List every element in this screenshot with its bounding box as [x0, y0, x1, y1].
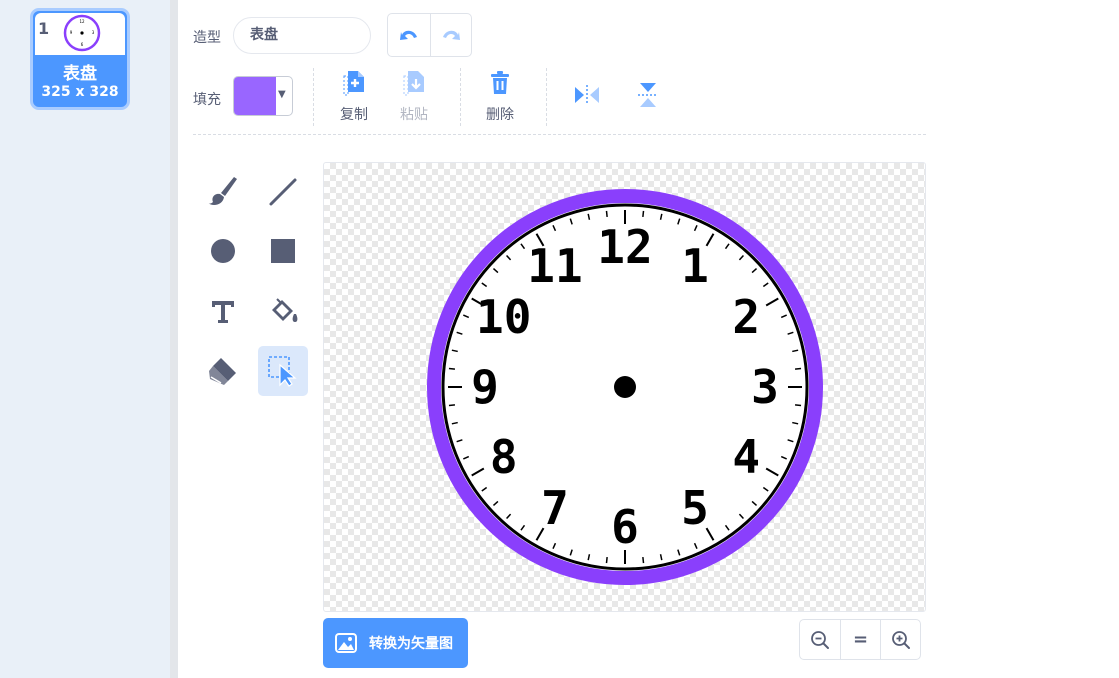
- line-tool[interactable]: [258, 167, 308, 217]
- zoom-out-button[interactable]: [800, 620, 840, 659]
- brush-tool[interactable]: [198, 167, 248, 217]
- clock-tick: [448, 367, 456, 370]
- paint-bucket-icon: [272, 298, 298, 322]
- clock-number: 11: [527, 239, 582, 293]
- clock-tick: [794, 404, 802, 407]
- clock-tick: [642, 210, 645, 218]
- brush-icon: [208, 177, 237, 205]
- flip-horizontal-button[interactable]: [556, 70, 616, 124]
- paint-canvas[interactable]: 12 1 2 3 4 5 6 7 8 9 10 11: [323, 162, 926, 612]
- paste-icon: [403, 71, 424, 96]
- line-icon: [269, 178, 297, 206]
- redo-button[interactable]: [429, 14, 472, 56]
- clock-tick: [448, 404, 456, 407]
- circle-tool[interactable]: [198, 226, 248, 276]
- select-tool[interactable]: [258, 346, 308, 396]
- clock-tick: [794, 367, 802, 370]
- costume-name-label: 造型: [193, 30, 221, 46]
- fill-color-picker[interactable]: ▼: [233, 76, 293, 116]
- convert-to-vector-button[interactable]: 转换为矢量图: [323, 618, 468, 668]
- select-cursor-icon: [268, 356, 297, 387]
- clock-number: 9: [471, 360, 499, 414]
- redo-icon: [442, 30, 460, 40]
- costume-sidebar: 1 12 3 6 9 表盘 325 x 328: [0, 0, 170, 678]
- fill-color-swatch: [234, 77, 276, 115]
- text-tool[interactable]: [198, 287, 248, 337]
- costume-item-inner: 1 12 3 6 9 表盘 325 x 328: [35, 13, 125, 105]
- zoom-reset-label: =: [852, 629, 869, 650]
- clock-number: 3: [751, 360, 779, 414]
- clock-number: 8: [490, 430, 518, 484]
- svg-text:3: 3: [92, 30, 95, 35]
- svg-text:6: 6: [81, 42, 84, 47]
- delete-label: 删除: [486, 107, 514, 123]
- clock-tick: [642, 556, 645, 564]
- undo-icon: [399, 30, 417, 40]
- flip-vertical-icon: [638, 83, 658, 107]
- clock-tick: [605, 556, 608, 564]
- toolbar-separator: [546, 68, 547, 126]
- undo-redo-group: [387, 13, 472, 57]
- clock-number: 5: [681, 481, 709, 535]
- rectangle-icon: [271, 239, 295, 263]
- clock-number: 7: [541, 481, 569, 535]
- costume-name: 表盘: [63, 64, 97, 84]
- eraser-tool[interactable]: [198, 346, 248, 396]
- clock-number: 6: [611, 500, 639, 554]
- clock-number: 4: [732, 430, 760, 484]
- svg-text:9: 9: [70, 30, 73, 35]
- caret-down-icon: ▼: [278, 89, 286, 100]
- paste-button[interactable]: 粘贴: [384, 70, 444, 124]
- costume-item-1[interactable]: 1 12 3 6 9 表盘 325 x 328: [30, 8, 130, 110]
- zoom-in-icon: [891, 630, 910, 649]
- zoom-in-button[interactable]: [880, 620, 920, 659]
- toolbar-separator: [460, 68, 461, 126]
- costume-size: 325 x 328: [41, 84, 119, 100]
- costume-name-input[interactable]: 表盘: [233, 17, 371, 54]
- zoom-reset-button[interactable]: =: [840, 620, 880, 659]
- clock-face-image: 12 12 3 45678 9 1011: [427, 189, 823, 585]
- circle-icon: [211, 239, 235, 263]
- clock-tick: [605, 210, 608, 218]
- undo-button[interactable]: [388, 14, 430, 56]
- copy-label: 复制: [340, 107, 368, 123]
- costume-thumbnail: 12 3 6 9: [63, 14, 101, 52]
- toolbar-separator: [313, 68, 314, 126]
- zoom-controls: =: [799, 619, 921, 660]
- clock-center-dot: [614, 376, 636, 398]
- trash-icon: [491, 71, 509, 94]
- copy-button[interactable]: 复制: [324, 70, 384, 124]
- fill-label: 填充: [193, 92, 221, 108]
- clock-number: 1: [681, 239, 709, 293]
- zoom-out-icon: [811, 630, 829, 649]
- costume-number: 1: [38, 19, 50, 38]
- clock-number: 12: [597, 220, 652, 274]
- text-icon: [212, 301, 234, 323]
- delete-button[interactable]: 删除: [470, 70, 530, 124]
- flip-horizontal-icon: [575, 85, 599, 105]
- flip-vertical-button[interactable]: [617, 70, 677, 124]
- image-icon: [335, 633, 357, 653]
- eraser-icon: [209, 358, 236, 385]
- rectangle-tool[interactable]: [258, 226, 308, 276]
- toolbar-bottom-separator: [193, 134, 926, 135]
- sidebar-divider: [170, 0, 178, 678]
- paste-label: 粘贴: [400, 107, 428, 123]
- clock-number: 2: [732, 290, 760, 344]
- convert-to-vector-label: 转换为矢量图: [369, 636, 453, 652]
- clock-number: 10: [476, 290, 531, 344]
- svg-text:12: 12: [79, 19, 85, 24]
- fill-tool[interactable]: [258, 287, 308, 337]
- copy-icon: [343, 71, 364, 96]
